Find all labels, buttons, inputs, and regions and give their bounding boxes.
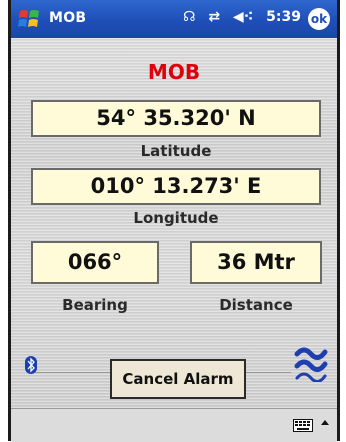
bearing-value: 066° <box>31 241 159 284</box>
longitude-label: Longitude <box>133 209 219 227</box>
menu-bar <box>11 408 337 442</box>
volume-icon[interactable]: ◀⁖ <box>233 9 253 25</box>
input-menu-arrow-icon[interactable] <box>318 415 332 433</box>
bluetooth-icon <box>25 356 37 374</box>
status-icons: ☊ ⇄ ◀⁖ 5:39 <box>183 9 309 25</box>
window-title: MOB <box>49 10 87 26</box>
cancel-alarm-button[interactable]: Cancel Alarm <box>110 359 246 399</box>
keyboard-icon[interactable] <box>293 419 313 432</box>
left-margin <box>0 0 8 441</box>
ok-button[interactable]: ok <box>308 8 330 30</box>
divider-left <box>35 372 110 373</box>
longitude-value: 010° 13.273' E <box>31 168 321 205</box>
latitude-label: Latitude <box>140 142 212 160</box>
clock[interactable]: 5:39 <box>266 9 301 25</box>
divider-right <box>246 372 291 373</box>
signal-icon[interactable]: ☊ <box>183 9 195 25</box>
page-heading: MOB <box>147 60 201 84</box>
title-bar: MOB ☊ ⇄ ◀⁖ 5:39 ok <box>11 0 337 38</box>
right-margin <box>340 0 346 441</box>
sync-icon[interactable]: ⇄ <box>208 9 220 25</box>
bearing-label: Bearing <box>62 296 128 314</box>
wave-icon <box>294 347 328 382</box>
distance-label: Distance <box>219 296 293 314</box>
device-screen: MOB ☊ ⇄ ◀⁖ 5:39 ok MOB 54° 35.320' N Lat… <box>0 0 346 442</box>
latitude-value: 54° 35.320' N <box>31 100 321 137</box>
windows-flag-icon[interactable] <box>17 6 43 32</box>
distance-value: 36 Mtr <box>190 241 322 284</box>
main-content: MOB 54° 35.320' N Latitude 010° 13.273' … <box>11 38 337 408</box>
